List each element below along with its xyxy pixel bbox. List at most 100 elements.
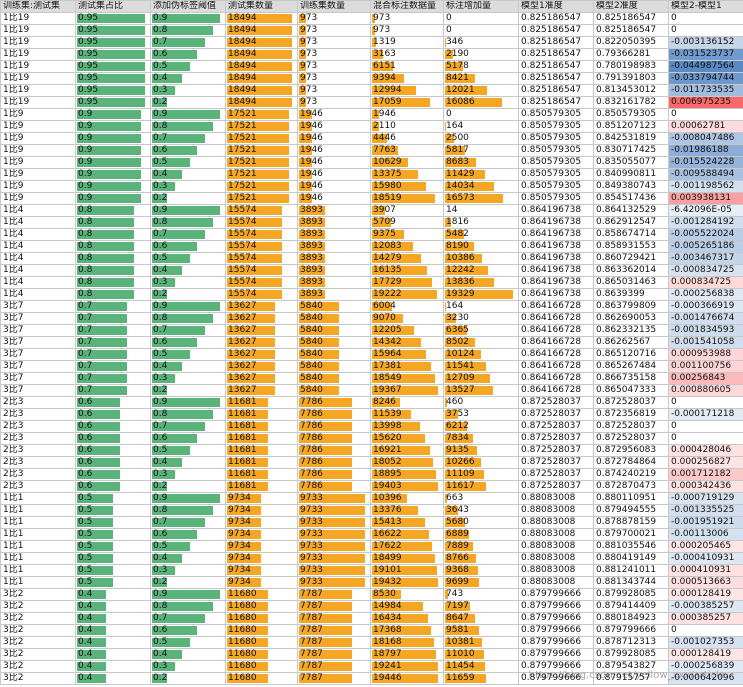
cell-m1[interactable]: 0.850579305 <box>518 180 594 193</box>
cell-ratio[interactable]: 0.8 <box>75 216 151 229</box>
cell-train[interactable]: 7786 <box>297 468 371 481</box>
cell-split[interactable]: 2比3 <box>0 396 76 409</box>
cell-diff[interactable]: 0 <box>668 432 743 445</box>
cell-added[interactable]: 7889 <box>443 540 519 553</box>
cell-mixed[interactable]: 14342 <box>370 336 444 349</box>
header-model2-acc[interactable]: 模型2准度 <box>593 0 669 13</box>
cell-mixed[interactable]: 10629 <box>370 156 444 169</box>
cell-thresh[interactable]: 0.6 <box>150 624 226 637</box>
cell-mixed[interactable]: 9070 <box>370 312 444 325</box>
cell-m1[interactable]: 0.872528037 <box>518 444 594 457</box>
cell-train[interactable]: 9733 <box>297 540 371 553</box>
cell-test[interactable]: 11680 <box>225 588 298 601</box>
cell-m1[interactable]: 0.825186547 <box>518 60 594 73</box>
cell-ratio[interactable]: 0.95 <box>75 60 151 73</box>
cell-test[interactable]: 15574 <box>225 264 298 277</box>
cell-m2[interactable]: 0.874240219 <box>593 468 669 481</box>
cell-test[interactable]: 18494 <box>225 72 298 85</box>
cell-test[interactable]: 13627 <box>225 372 298 385</box>
cell-test[interactable]: 11680 <box>225 672 298 685</box>
cell-m1[interactable]: 0.825186547 <box>518 96 594 109</box>
cell-diff[interactable]: -0.005522024 <box>668 228 743 241</box>
cell-m1[interactable]: 0.879799666 <box>518 612 594 625</box>
cell-m1[interactable]: 0.864166728 <box>518 360 594 373</box>
cell-train[interactable]: 1946 <box>297 156 371 169</box>
cell-m1[interactable]: 0.864196738 <box>518 216 594 229</box>
cell-train[interactable]: 3893 <box>297 240 371 253</box>
cell-mixed[interactable]: 18499 <box>370 552 444 565</box>
cell-diff[interactable]: 0.000385257 <box>668 612 743 625</box>
cell-test[interactable]: 9734 <box>225 516 298 529</box>
cell-mixed[interactable]: 8530 <box>370 588 444 601</box>
cell-train[interactable]: 973 <box>297 96 371 109</box>
cell-thresh[interactable]: 0.9 <box>150 588 226 601</box>
cell-m2[interactable]: 0.862690053 <box>593 312 669 325</box>
cell-m2[interactable]: 0.79366281 <box>593 48 669 61</box>
cell-ratio[interactable]: 0.7 <box>75 360 151 373</box>
cell-thresh[interactable]: 0.3 <box>150 660 226 673</box>
cell-split[interactable]: 1比19 <box>0 12 76 25</box>
cell-split[interactable]: 1比1 <box>0 564 76 577</box>
cell-mixed[interactable]: 13998 <box>370 420 444 433</box>
cell-ratio[interactable]: 0.6 <box>75 456 151 469</box>
cell-split[interactable]: 3比2 <box>0 660 76 673</box>
cell-added[interactable]: 10381 <box>443 636 519 649</box>
cell-mixed[interactable]: 16622 <box>370 528 444 541</box>
cell-added[interactable]: 8421 <box>443 72 519 85</box>
cell-diff[interactable]: 0.003938131 <box>668 192 743 205</box>
cell-ratio[interactable]: 0.7 <box>75 300 151 313</box>
cell-m2[interactable]: 0.850579305 <box>593 108 669 121</box>
cell-added[interactable]: 12709 <box>443 372 519 385</box>
cell-train[interactable]: 7786 <box>297 432 371 445</box>
cell-thresh[interactable]: 0.2 <box>150 96 226 109</box>
cell-diff[interactable]: -0.001284192 <box>668 216 743 229</box>
cell-added[interactable]: 16086 <box>443 96 519 109</box>
cell-thresh[interactable]: 0.7 <box>150 228 226 241</box>
cell-mixed[interactable]: 19241 <box>370 660 444 673</box>
cell-m2[interactable]: 0.880184923 <box>593 612 669 625</box>
cell-thresh[interactable]: 0.3 <box>150 180 226 193</box>
cell-test[interactable]: 15574 <box>225 252 298 265</box>
cell-diff[interactable]: 0.000128419 <box>668 588 743 601</box>
cell-added[interactable]: 13836 <box>443 276 519 289</box>
cell-m1[interactable]: 0.850579305 <box>518 168 594 181</box>
cell-m2[interactable]: 0.864132529 <box>593 204 669 217</box>
cell-m2[interactable]: 0.872784864 <box>593 456 669 469</box>
cell-test[interactable]: 9734 <box>225 540 298 553</box>
cell-ratio[interactable]: 0.5 <box>75 516 151 529</box>
cell-split[interactable]: 2比3 <box>0 444 76 457</box>
cell-m1[interactable]: 0.872528037 <box>518 432 594 445</box>
cell-added[interactable]: 5178 <box>443 60 519 73</box>
cell-diff[interactable]: 0.001100756 <box>668 360 743 373</box>
cell-m2[interactable]: 0.881035546 <box>593 540 669 553</box>
cell-train[interactable]: 973 <box>297 48 371 61</box>
header-model1-acc[interactable]: 模型1准度 <box>518 0 594 13</box>
cell-diff[interactable]: 0.000513663 <box>668 576 743 589</box>
header-train-count[interactable]: 训练集数量 <box>297 0 371 13</box>
cell-m2[interactable]: 0.872528037 <box>593 396 669 409</box>
cell-test[interactable]: 11681 <box>225 420 298 433</box>
cell-ratio[interactable]: 0.4 <box>75 648 151 661</box>
cell-m1[interactable]: 0.825186547 <box>518 12 594 25</box>
cell-thresh[interactable]: 0.2 <box>150 480 226 493</box>
cell-m2[interactable]: 0.865267484 <box>593 360 669 373</box>
cell-m2[interactable]: 0.879799666 <box>593 624 669 637</box>
cell-split[interactable]: 3比7 <box>0 312 76 325</box>
cell-added[interactable]: 663 <box>443 492 519 505</box>
cell-train[interactable]: 5840 <box>297 384 371 397</box>
cell-mixed[interactable]: 7763 <box>370 144 444 157</box>
cell-diff[interactable]: -0.001335525 <box>668 504 743 517</box>
cell-test[interactable]: 9734 <box>225 552 298 565</box>
cell-mixed[interactable]: 13376 <box>370 504 444 517</box>
cell-added[interactable]: 2190 <box>443 48 519 61</box>
cell-m2[interactable]: 0.879928085 <box>593 648 669 661</box>
cell-m2[interactable]: 0.825186547 <box>593 24 669 37</box>
cell-thresh[interactable]: 0.7 <box>150 132 226 145</box>
cell-thresh[interactable]: 0.7 <box>150 612 226 625</box>
cell-m1[interactable]: 0.88083008 <box>518 576 594 589</box>
cell-train[interactable]: 7787 <box>297 636 371 649</box>
cell-mixed[interactable]: 15980 <box>370 180 444 193</box>
cell-train[interactable]: 973 <box>297 12 371 25</box>
cell-test[interactable]: 11680 <box>225 636 298 649</box>
cell-added[interactable]: 12021 <box>443 84 519 97</box>
